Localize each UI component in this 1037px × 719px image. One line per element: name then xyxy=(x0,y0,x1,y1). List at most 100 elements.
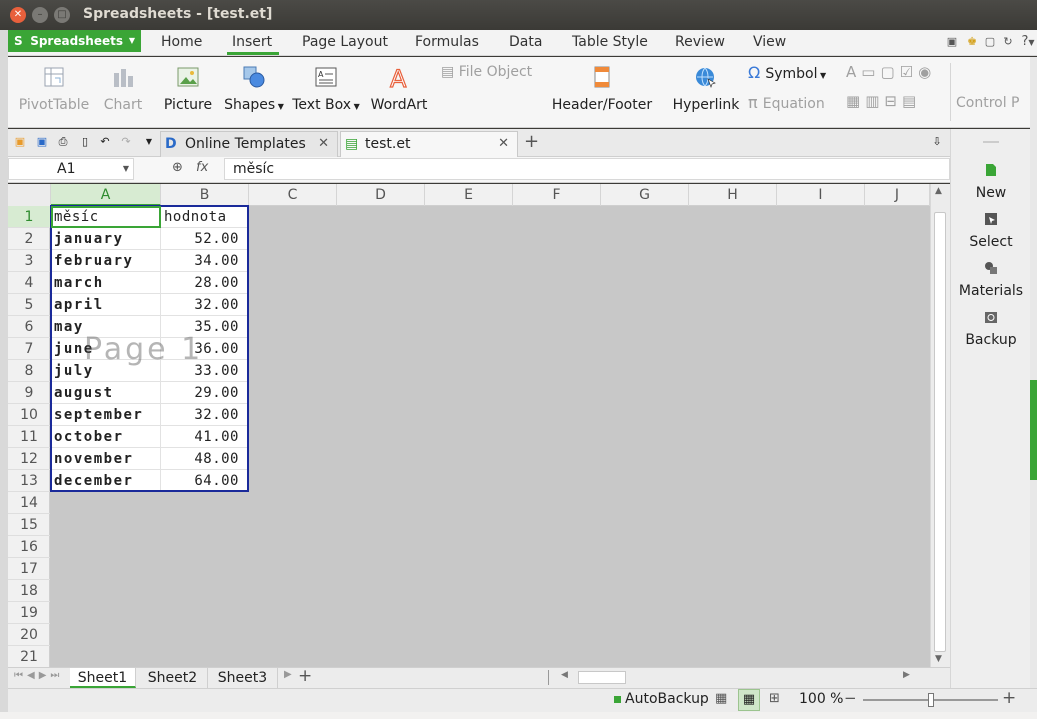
chart-button[interactable]: Chart xyxy=(100,65,146,113)
menu-review[interactable]: Review xyxy=(675,34,725,50)
zoom-in-icon[interactable]: + xyxy=(1002,688,1016,708)
sheet-nav-icons[interactable]: ⏮◀▶⏭ xyxy=(14,670,63,681)
row-header-15[interactable]: 15 xyxy=(8,514,50,536)
wordart-button[interactable]: A WordArt xyxy=(366,64,432,113)
cell-b3[interactable]: 34.00 xyxy=(161,250,249,272)
tab-online-templates[interactable]: D Online Templates ✕ xyxy=(160,131,338,157)
file-object-button[interactable]: ▤ File Object xyxy=(441,64,532,80)
function-icon[interactable]: fx xyxy=(196,160,208,175)
symbol-button[interactable]: Ω Symbol ▼ xyxy=(748,63,826,82)
cell-b6[interactable]: 35.00 xyxy=(161,316,249,338)
pivottable-button[interactable]: PivotTable xyxy=(18,65,90,113)
panel-select-button[interactable]: Select xyxy=(951,212,1031,250)
cell-a13[interactable]: december xyxy=(51,470,161,492)
cell-b9[interactable]: 29.00 xyxy=(161,382,249,404)
window-maximize-icon[interactable]: □ xyxy=(54,7,70,23)
row-header-18[interactable]: 18 xyxy=(8,580,50,602)
sheet-scroll-right-icon[interactable]: ▶ xyxy=(284,669,292,680)
col-header-e[interactable]: E xyxy=(425,184,513,206)
cell-b10[interactable]: 32.00 xyxy=(161,404,249,426)
zoom-out-icon[interactable]: − xyxy=(844,689,857,707)
form-controls-row1[interactable]: A▭▢☑◉ xyxy=(846,63,936,81)
print-preview-icon[interactable]: ▯ xyxy=(78,135,92,149)
row-header-12[interactable]: 12 xyxy=(8,448,50,470)
app-menu-button[interactable]: S Spreadsheets ▼ xyxy=(8,30,141,52)
panel-materials-button[interactable]: Materials xyxy=(951,261,1031,299)
close-icon[interactable]: ✕ xyxy=(498,132,509,156)
row-header-19[interactable]: 19 xyxy=(8,602,50,624)
menu-formulas[interactable]: Formulas xyxy=(415,34,479,50)
col-header-a[interactable]: A xyxy=(51,184,161,206)
cell-b8[interactable]: 33.00 xyxy=(161,360,249,382)
row-header-2[interactable]: 2 xyxy=(8,228,50,250)
row-header-7[interactable]: 7 xyxy=(8,338,50,360)
skin-icon[interactable]: ♚ xyxy=(966,36,978,48)
select-all-corner[interactable] xyxy=(8,184,51,206)
panel-new-button[interactable]: New xyxy=(951,163,1031,201)
lock-icon[interactable]: ▢ xyxy=(984,36,996,48)
horizontal-scroll-thumb[interactable] xyxy=(578,671,626,684)
reading-view-icon[interactable]: ⊞ xyxy=(769,691,780,706)
row-header-11[interactable]: 11 xyxy=(8,426,50,448)
add-sheet-icon[interactable]: + xyxy=(298,666,312,686)
cell-a3[interactable]: february xyxy=(51,250,161,272)
header-footer-button[interactable]: Header/Footer xyxy=(548,65,656,113)
menu-data[interactable]: Data xyxy=(509,34,542,50)
cell-a2[interactable]: january xyxy=(51,228,161,250)
menu-home[interactable]: Home xyxy=(161,34,202,50)
form-controls-row2[interactable]: ▦▥⊟▤ xyxy=(846,92,921,110)
cell-b11[interactable]: 41.00 xyxy=(161,426,249,448)
row-header-8[interactable]: 8 xyxy=(8,360,50,382)
cell-b1[interactable]: hodnota xyxy=(161,206,249,228)
sheet-tab-2[interactable]: Sheet2 xyxy=(138,668,208,688)
print-page-area[interactable]: měsíc hodnota january 52.00 february 34.00 mar… xyxy=(51,206,249,492)
row-header-4[interactable]: 4 xyxy=(8,272,50,294)
col-header-j[interactable]: J xyxy=(865,184,930,206)
zoom-level[interactable]: 100 % xyxy=(799,691,843,707)
scroll-up-icon[interactable]: ▲ xyxy=(935,186,942,196)
hyperlink-button[interactable]: Hyperlink xyxy=(670,65,742,113)
picture-button[interactable]: Picture xyxy=(160,65,216,113)
textbox-button[interactable]: A Text Box ▼ xyxy=(290,65,362,113)
col-header-f[interactable]: F xyxy=(513,184,601,206)
row-header-21[interactable]: 21 xyxy=(8,646,50,667)
window-minimize-icon[interactable]: – xyxy=(32,7,48,23)
menu-table-style[interactable]: Table Style xyxy=(572,34,648,50)
panel-grip[interactable] xyxy=(983,141,999,143)
cell-a8[interactable]: july xyxy=(51,360,161,382)
cell-a1[interactable]: měsíc xyxy=(51,206,161,228)
formula-input[interactable]: měsíc xyxy=(224,158,950,180)
scroll-right-icon[interactable]: ▶ xyxy=(903,670,910,680)
save-icon[interactable]: ▣ xyxy=(35,135,49,149)
menu-insert[interactable]: Insert xyxy=(232,34,272,50)
cell-b4[interactable]: 28.00 xyxy=(161,272,249,294)
sheet-tab-3[interactable]: Sheet3 xyxy=(208,668,278,688)
redo-icon[interactable]: ↷ xyxy=(119,135,133,149)
cell-b12[interactable]: 48.00 xyxy=(161,448,249,470)
print-icon[interactable]: ⎙ xyxy=(56,135,70,149)
row-header-1[interactable]: 1 xyxy=(8,206,50,228)
layout-icon[interactable]: ▣ xyxy=(946,36,958,48)
row-header-13[interactable]: 13 xyxy=(8,470,50,492)
row-header-3[interactable]: 3 xyxy=(8,250,50,272)
col-header-g[interactable]: G xyxy=(601,184,689,206)
scroll-down-icon[interactable]: ▼ xyxy=(935,654,942,664)
tab-test-et[interactable]: ▤ test.et ✕ xyxy=(340,131,518,157)
open-icon[interactable]: ▣ xyxy=(13,135,27,149)
vertical-scrollbar[interactable]: ▲ ▼ xyxy=(930,184,950,667)
sheet-tab-1[interactable]: Sheet1 xyxy=(70,668,136,688)
undo-icon[interactable]: ↶ xyxy=(98,135,112,149)
row-header-17[interactable]: 17 xyxy=(8,558,50,580)
row-header-5[interactable]: 5 xyxy=(8,294,50,316)
col-header-h[interactable]: H xyxy=(689,184,777,206)
row-header-9[interactable]: 9 xyxy=(8,382,50,404)
panel-backup-button[interactable]: Backup xyxy=(951,310,1031,348)
side-panel-toggle[interactable] xyxy=(1030,380,1037,480)
help-button[interactable]: ?▼ xyxy=(1018,35,1037,48)
shapes-button[interactable]: Shapes ▼ xyxy=(222,65,286,113)
close-icon[interactable]: ✕ xyxy=(318,132,329,156)
normal-view-icon[interactable]: ▦ xyxy=(715,691,727,706)
zoom-search-icon[interactable]: ⊕ xyxy=(172,160,183,175)
tab-menu-icon[interactable]: ⇩ xyxy=(930,135,944,149)
cell-a6[interactable]: may xyxy=(51,316,161,338)
